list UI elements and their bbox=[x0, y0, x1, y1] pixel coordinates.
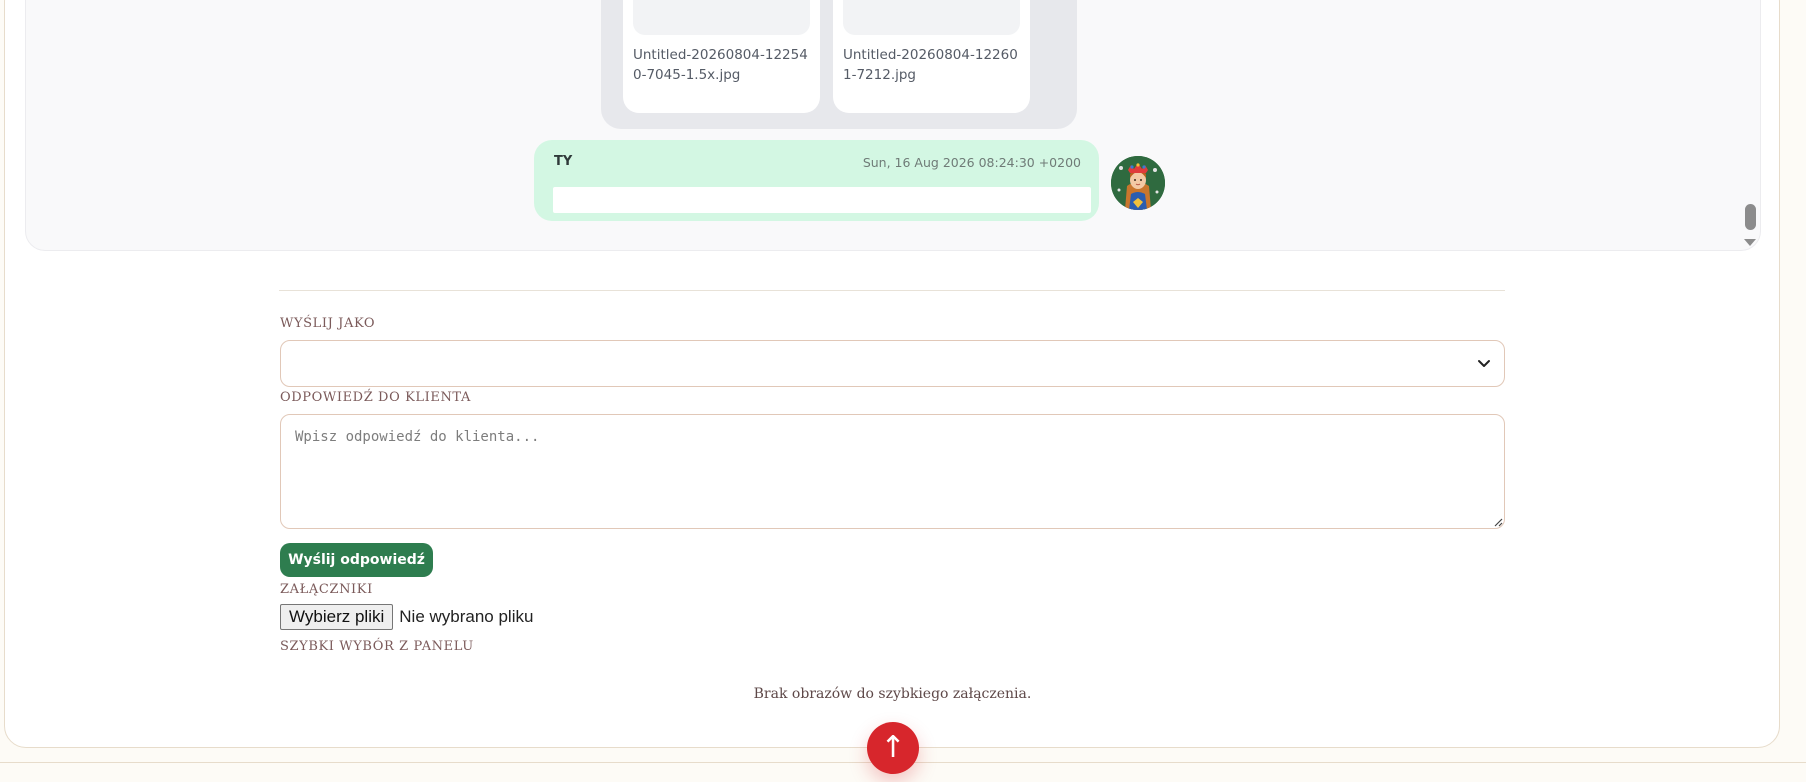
message-body bbox=[553, 187, 1091, 213]
scroll-down-arrow-icon[interactable] bbox=[1744, 239, 1756, 246]
attachment-card[interactable]: Untitled-20260804-122601-7212.jpg bbox=[833, 0, 1030, 113]
attachment-group: Untitled-20260804-122540-7045-1.5x.jpg U… bbox=[601, 0, 1077, 129]
attachment-filename: Untitled-20260804-122601-7212.jpg bbox=[843, 47, 1018, 83]
message-bubble: TY Sun, 16 Aug 2026 08:24:30 +0200 bbox=[534, 140, 1099, 221]
resize-grip-icon[interactable] bbox=[1494, 518, 1503, 527]
reply-label: ODPOWIEDŹ DO KLIENTA bbox=[280, 390, 471, 405]
arrow-up-icon: ↑ bbox=[880, 730, 906, 765]
message-timestamp: Sun, 16 Aug 2026 08:24:30 +0200 bbox=[862, 155, 1081, 170]
attachment-filename: Untitled-20260804-122540-7045-1.5x.jpg bbox=[633, 47, 808, 83]
send-as-label: WYŚLIJ JAKO bbox=[280, 316, 376, 331]
file-picker[interactable]: Wybierz pliki Nie wybrano pliku bbox=[280, 604, 533, 630]
chevron-down-icon bbox=[1478, 360, 1490, 367]
scroll-to-top-button[interactable]: ↑ bbox=[867, 722, 919, 774]
avatar-portrait-icon bbox=[1111, 156, 1165, 210]
quick-pick-label: SZYBKI WYBÓR Z PANELU bbox=[280, 639, 474, 654]
attachment-thumbnail[interactable] bbox=[633, 0, 810, 35]
choose-files-button[interactable]: Wybierz pliki bbox=[280, 604, 394, 630]
attachments-label: ZAŁĄCZNIKI bbox=[280, 582, 373, 597]
reply-textarea[interactable] bbox=[280, 414, 1505, 529]
chat-panel[interactable]: Untitled-20260804-122540-7045-1.5x.jpg U… bbox=[25, 0, 1761, 251]
send-as-select[interactable] bbox=[280, 340, 1505, 387]
attachment-thumbnail[interactable] bbox=[843, 0, 1020, 35]
chat-scrollbar-thumb[interactable] bbox=[1745, 204, 1756, 230]
attachment-card[interactable]: Untitled-20260804-122540-7045-1.5x.jpg bbox=[623, 0, 820, 113]
quick-pick-empty-note: Brak obrazów do szybkiego załączenia. bbox=[753, 686, 1032, 702]
form-divider bbox=[279, 290, 1505, 291]
message-author: TY bbox=[554, 154, 573, 169]
avatar bbox=[1111, 156, 1165, 210]
file-status-text: Nie wybrano pliku bbox=[399, 607, 534, 626]
send-reply-button[interactable]: Wyślij odpowiedź bbox=[280, 543, 433, 577]
